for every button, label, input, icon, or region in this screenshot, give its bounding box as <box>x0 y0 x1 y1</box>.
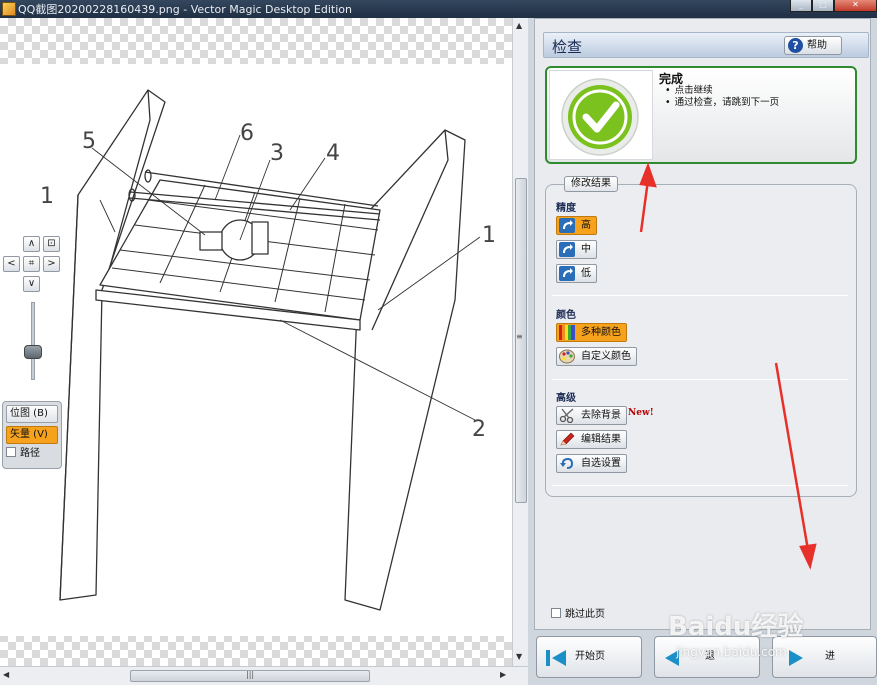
precision-medium-label: 中 <box>581 244 591 255</box>
undo-arrow-icon <box>560 458 573 469</box>
custom-color-label: 自定义颜色 <box>581 351 631 362</box>
app-icon <box>2 2 16 16</box>
multicolor-label: 多种颜色 <box>581 327 621 338</box>
pan-up-button[interactable]: ∧ <box>23 236 40 252</box>
window-title: QQ截图20200228160439.png - Vector Magic De… <box>18 3 352 16</box>
pan-right-button[interactable]: > <box>43 256 60 272</box>
pan-down-button[interactable]: ∨ <box>23 276 40 292</box>
section-divider <box>552 379 848 380</box>
drawing-label-1-left: 1 <box>40 184 54 209</box>
maximize-button[interactable]: □ <box>812 0 834 12</box>
zoom-slider-track <box>31 302 35 380</box>
horizontal-scrollbar[interactable]: ◀ ||| ▶ <box>0 666 528 685</box>
zoom-slider-knob[interactable] <box>24 345 42 359</box>
precision-medium-button[interactable]: 中 <box>556 240 597 259</box>
baidu-watermark: Baidu经验 jingyan.baidu.com <box>668 606 868 659</box>
custom-settings-button[interactable]: 自选设置 <box>556 454 627 473</box>
precision-high-label: 高 <box>581 220 591 231</box>
drawing-label-2: 2 <box>472 417 486 442</box>
scroll-grip-icon: ≡ <box>516 332 523 341</box>
status-bullet: 通过检查，请跳到下一页 <box>665 97 780 109</box>
status-bullet: 点击继续 <box>665 85 779 97</box>
start-page-button[interactable]: 开始页 <box>536 636 642 678</box>
skip-page-checkbox[interactable] <box>551 608 561 618</box>
fit-view-button[interactable]: ⌗ <box>23 256 40 272</box>
scroll-right-icon[interactable]: ▶ <box>500 670 506 679</box>
precision-low-label: 低 <box>581 268 591 279</box>
drawing-label-4: 4 <box>326 141 340 166</box>
vector-view-button[interactable]: 矢量 (V) <box>6 426 58 444</box>
zoom-slider[interactable] <box>24 300 42 382</box>
hscroll-grip-icon: ||| <box>246 670 255 679</box>
precision-high-icon <box>559 218 575 233</box>
color-title: 颜色 <box>556 310 576 321</box>
minimize-button[interactable]: _ <box>790 0 812 12</box>
view-mode-panel: 位图 (B) 矢量 (V) 路径 <box>2 401 62 469</box>
vertical-scrollbar[interactable]: ▲ ≡ ▼ <box>512 18 528 666</box>
pan-controls: ∧ ⊡ < ⌗ > ∨ <box>3 236 63 294</box>
rainbow-palette-icon <box>559 325 575 340</box>
help-button[interactable]: ? 帮助 <box>784 36 842 55</box>
advanced-title: 高级 <box>556 393 576 404</box>
checkmark-image <box>549 70 653 160</box>
drawing-label-3: 3 <box>270 141 284 166</box>
skip-page-toggle[interactable]: 跳过此页 <box>551 605 605 620</box>
title-bar: QQ截图20200228160439.png - Vector Magic De… <box>0 0 877 18</box>
results-group: 修改结果 精度 高 中 低 颜色 多种颜色 自定义颜色 高级 去除背景 New!… <box>545 176 857 497</box>
pencil-icon <box>560 432 575 446</box>
help-label: 帮助 <box>807 40 827 51</box>
checkmark-icon <box>561 78 639 156</box>
image-canvas[interactable]: 1 5 6 3 4 1 2 ∧ ⊡ < ⌗ > ∨ 位图 (B) 矢量 (V) … <box>0 18 512 666</box>
path-toggle[interactable]: 路径 <box>6 447 58 461</box>
remove-background-label: 去除背景 <box>581 410 621 421</box>
watermark-brand: Baidu经验 <box>668 612 804 642</box>
scroll-left-icon[interactable]: ◀ <box>3 670 9 679</box>
path-label: 路径 <box>20 448 40 459</box>
start-page-label: 开始页 <box>575 651 605 662</box>
edit-result-label: 编辑结果 <box>581 434 621 445</box>
page-title: 检查 <box>552 38 583 56</box>
wizard-pane: 检查 ? 帮助 完成 点击继续 通过检查，请跳到下一页 修改 <box>528 18 877 685</box>
scissors-icon <box>559 408 574 423</box>
section-divider <box>552 485 848 486</box>
watermark-url: jingyan.baidu.com <box>676 645 787 659</box>
drawing-label-6: 6 <box>240 121 254 146</box>
zoom-box-button[interactable]: ⊡ <box>43 236 60 252</box>
status-bullets: 点击继续 通过检查，请跳到下一页 <box>665 85 780 109</box>
paint-palette-icon <box>559 349 575 364</box>
new-badge: New! <box>628 408 654 418</box>
precision-medium-icon <box>559 242 575 257</box>
multicolor-button[interactable]: 多种颜色 <box>556 323 627 342</box>
vector-drawing: 1 5 6 3 4 1 2 <box>40 89 496 611</box>
edit-result-button[interactable]: 编辑结果 <box>556 430 627 449</box>
scroll-down-icon[interactable]: ▼ <box>516 652 522 661</box>
close-button[interactable]: ✕ <box>834 0 877 12</box>
precision-high-button[interactable]: 高 <box>556 216 597 235</box>
wizard-panel: 检查 ? 帮助 完成 点击继续 通过检查，请跳到下一页 修改 <box>534 18 871 630</box>
first-page-icon <box>546 650 566 666</box>
precision-low-button[interactable]: 低 <box>556 264 597 283</box>
bitmap-view-button[interactable]: 位图 (B) <box>6 405 58 423</box>
precision-low-icon <box>559 266 575 281</box>
drawing-label-5: 5 <box>82 129 96 154</box>
custom-color-button[interactable]: 自定义颜色 <box>556 347 637 366</box>
path-checkbox[interactable] <box>6 447 16 457</box>
drawing-label-1-right: 1 <box>482 223 496 248</box>
status-box: 完成 点击继续 通过检查，请跳到下一页 <box>545 66 857 164</box>
scroll-up-icon[interactable]: ▲ <box>516 21 522 30</box>
help-icon: ? <box>788 38 803 53</box>
section-divider <box>552 295 848 296</box>
results-tab[interactable]: 修改结果 <box>564 176 618 192</box>
custom-settings-label: 自选设置 <box>581 458 621 469</box>
wizard-header: 检查 ? 帮助 <box>543 32 869 58</box>
skip-page-label: 跳过此页 <box>565 609 605 620</box>
precision-title: 精度 <box>556 203 576 214</box>
pan-left-button[interactable]: < <box>3 256 20 272</box>
remove-background-button[interactable]: 去除背景 <box>556 406 627 425</box>
